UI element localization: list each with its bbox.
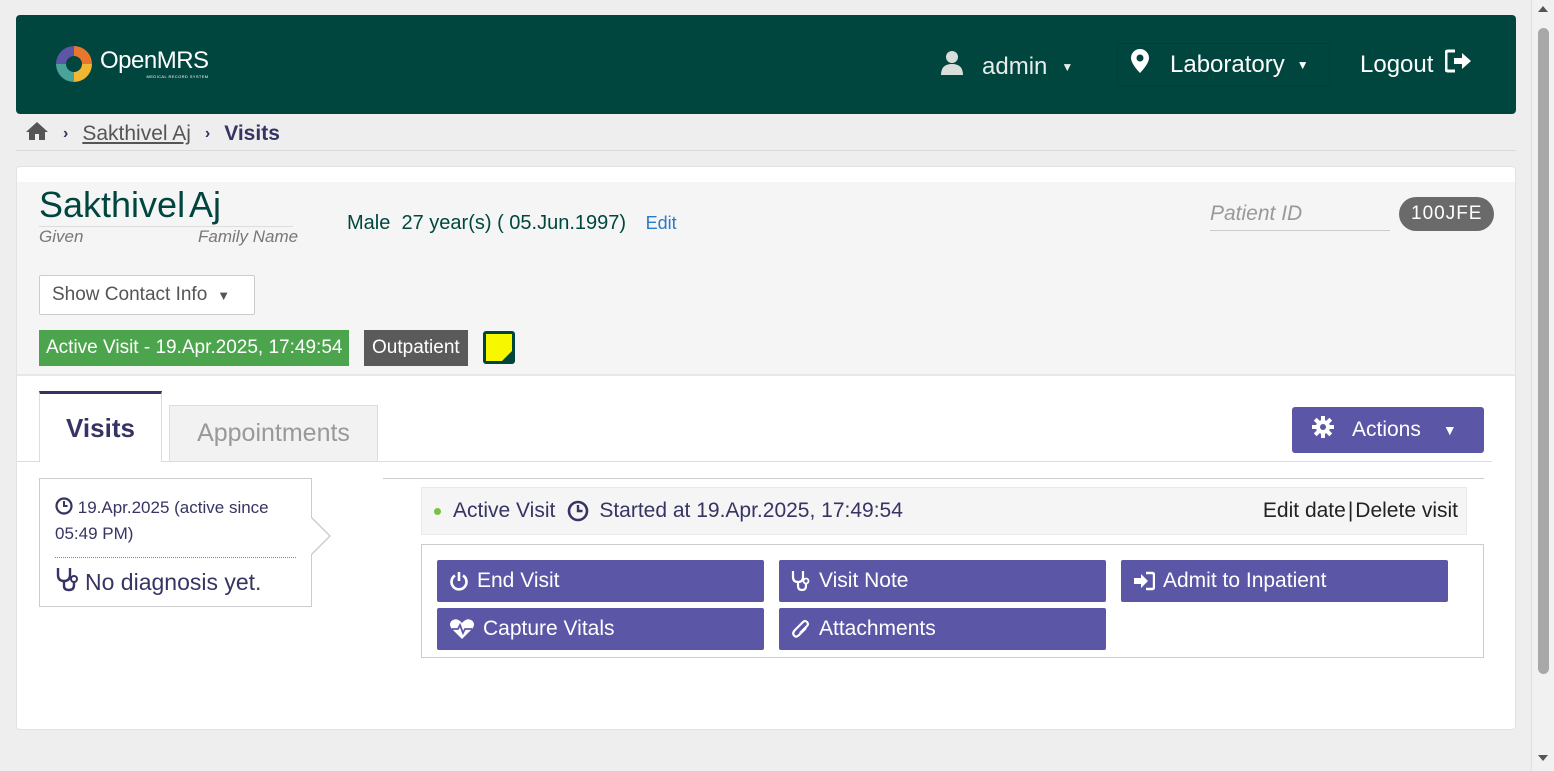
attachments-button[interactable]: Attachments (779, 608, 1106, 650)
logout-label: Logout (1360, 50, 1434, 78)
patient-id-badge: 100JFE (1399, 197, 1495, 231)
map-marker-icon (1130, 48, 1150, 81)
power-icon (450, 572, 468, 591)
openmrs-logo-icon (54, 44, 94, 84)
breadcrumb-current: Visits (224, 122, 280, 145)
gender: Male (347, 212, 391, 234)
sign-out-icon (1433, 49, 1473, 80)
end-visit-label: End Visit (477, 569, 560, 592)
admit-label: Admit to Inpatient (1163, 569, 1327, 592)
status-dot-icon (434, 507, 441, 515)
delete-visit-link[interactable]: Delete visit (1355, 499, 1458, 522)
attachments-label: Attachments (819, 617, 936, 640)
show-contact-info-button[interactable]: Show Contact Info ▼ (39, 275, 255, 315)
visit-diagnosis: No diagnosis yet. (55, 566, 296, 598)
chevron-right-icon: › (204, 125, 211, 142)
edit-date-link[interactable]: Edit date (1263, 499, 1346, 522)
capture-vitals-label: Capture Vitals (483, 617, 615, 640)
patient-header: Sakthivel Aj Given Family Name Male 27 yea… (17, 182, 1515, 376)
location-menu[interactable]: Laboratory ▼ (1117, 43, 1330, 86)
family-name: Aj (189, 184, 293, 227)
visit-note-button[interactable]: Visit Note (779, 560, 1106, 602)
visit-pointer-inner (310, 517, 329, 555)
patient-id-label: Patient ID (1210, 202, 1390, 231)
visit-type-badge: Outpatient (364, 330, 468, 366)
given-label: Given (39, 227, 84, 246)
active-visit-title: Active Visit (453, 499, 556, 522)
breadcrumb: › Sakthivel Aj › Visits (25, 119, 280, 149)
openmrs-logo[interactable]: OpenMRS MEDICAL RECORD SYSTEM (54, 44, 209, 84)
clock-icon (568, 500, 589, 522)
chevron-right-icon: › (63, 125, 69, 142)
contact-button-label: Show Contact Info (52, 284, 208, 305)
gear-icon (1312, 416, 1334, 444)
patient-demographics: Male 27 year(s) ( 05.Jun.1997) Edit (347, 212, 677, 235)
visit-date-text: 19.Apr.2025 (active since 05:49 PM) (55, 498, 269, 543)
scroll-up-icon[interactable] (1538, 6, 1548, 12)
divider (16, 150, 1516, 151)
active-visit-header: Active Visit Started at 19.Apr.2025, 17:… (421, 487, 1467, 535)
tab-appointments[interactable]: Appointments (169, 405, 378, 462)
visit-actions-panel: End Visit Visit Note Admit to Inpatient … (421, 544, 1484, 658)
family-label: Family Name (198, 227, 299, 246)
capture-vitals-button[interactable]: Capture Vitals (437, 608, 764, 650)
scrollbar-thumb[interactable] (1538, 28, 1549, 674)
scroll-down-icon[interactable] (1538, 755, 1548, 761)
stethoscope-icon (791, 571, 810, 592)
end-visit-button[interactable]: End Visit (437, 560, 764, 602)
clock-icon (55, 497, 73, 515)
home-icon[interactable] (25, 121, 49, 147)
diagnosis-text: No diagnosis yet. (85, 568, 262, 595)
top-header: OpenMRS MEDICAL RECORD SYSTEM admin ▼ La… (16, 15, 1516, 114)
scrollbar[interactable] (1531, 0, 1554, 771)
age-dob: 27 year(s) ( 05.Jun.1997) (401, 212, 627, 234)
actions-label: Actions (1352, 418, 1421, 441)
sign-in-icon (1134, 571, 1155, 591)
visit-started-text: Started at 19.Apr.2025, 17:49:54 (599, 499, 903, 522)
visit-date: 19.Apr.2025 (active since 05:49 PM) (55, 495, 296, 547)
visit-started: Started at 19.Apr.2025, 17:49:54 (567, 499, 903, 523)
chevron-down-icon: ▼ (1296, 57, 1309, 72)
user-name: admin (982, 52, 1048, 80)
heartbeat-icon (450, 619, 474, 639)
tab-divider (17, 461, 1492, 462)
actions-button[interactable]: Actions ▼ (1292, 407, 1484, 453)
link-separator: | (1347, 499, 1354, 522)
edit-patient-link[interactable]: Edit (646, 213, 677, 233)
location-name: Laboratory (1170, 50, 1285, 78)
visit-links: Edit date|Delete visit (1263, 499, 1458, 523)
divider (383, 478, 1484, 479)
user-icon (940, 50, 964, 83)
caret-down-icon: ▼ (1442, 422, 1457, 438)
caret-down-icon: ▼ (217, 287, 231, 303)
admit-inpatient-button[interactable]: Admit to Inpatient (1121, 560, 1448, 602)
patient-name: Sakthivel Aj (39, 184, 293, 227)
breadcrumb-patient-link[interactable]: Sakthivel Aj (82, 122, 191, 146)
visit-note-label: Visit Note (819, 569, 909, 592)
chevron-down-icon: ▼ (1061, 59, 1074, 74)
logo-text: OpenMRS (100, 47, 209, 74)
patient-dashboard: Sakthivel Aj Given Family Name Male 27 yea… (16, 166, 1516, 730)
stethoscope-icon (55, 566, 79, 598)
visit-list-item[interactable]: 19.Apr.2025 (active since 05:49 PM) No d… (39, 478, 312, 607)
tab-visits[interactable]: Visits (39, 391, 162, 462)
dotted-divider (55, 557, 296, 558)
user-menu[interactable]: admin ▼ (940, 50, 1073, 83)
given-name: Sakthivel (39, 184, 189, 227)
active-visit-badge[interactable]: Active Visit - 19.Apr.2025, 17:49:54 (39, 330, 350, 366)
logout-link[interactable]: Logout (1360, 49, 1473, 80)
sticky-note-icon[interactable] (483, 331, 515, 364)
paperclip-icon (792, 619, 810, 638)
logo-subtext: MEDICAL RECORD SYSTEM (146, 74, 209, 79)
